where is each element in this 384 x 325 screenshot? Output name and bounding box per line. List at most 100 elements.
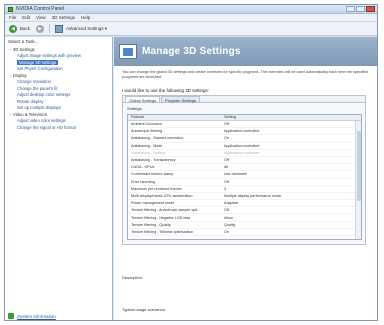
table-row[interactable]: Ambient Occlusion Off bbox=[128, 121, 361, 129]
tree-item-label[interactable]: Set PhysX Configuration bbox=[17, 66, 63, 71]
table-body: Ambient Occlusion Off Anisotropic filterin… bbox=[128, 121, 361, 236]
feature-cell: Error reporting bbox=[131, 179, 155, 184]
table-row[interactable]: Multi-display/mixed-GPU acceleration Mult… bbox=[128, 193, 361, 201]
tree-item-label[interactable]: Display bbox=[13, 73, 27, 78]
menu-file[interactable]: File bbox=[9, 15, 16, 20]
setting-cell[interactable]: Use hardware bbox=[221, 172, 351, 176]
column-header-setting[interactable]: Setting bbox=[221, 115, 351, 120]
tab-global-settings[interactable]: Global Settings bbox=[125, 96, 161, 103]
setting-cell[interactable]: Off bbox=[221, 208, 351, 212]
table-row[interactable]: Antialiasing - Setting Application-contro… bbox=[128, 150, 361, 157]
table-row[interactable]: Power management mode Adaptive bbox=[128, 200, 361, 208]
setting-cell[interactable]: 3 bbox=[221, 187, 351, 191]
tree-item-label[interactable]: Adjust image settings with preview bbox=[17, 53, 81, 58]
table-row[interactable]: Texture filtering - Anisotropic sample o… bbox=[128, 207, 361, 215]
setting-cell[interactable]: Multiple display performance mode bbox=[221, 194, 351, 198]
table-row[interactable]: Error reporting Off bbox=[128, 179, 361, 186]
toolbar-separator bbox=[49, 24, 51, 33]
setting-cell[interactable]: On bbox=[221, 230, 351, 234]
feature-cell: Antialiasing - Setting bbox=[131, 150, 165, 155]
table-row[interactable]: Antialiasing - Mode Application-controlle… bbox=[128, 143, 361, 150]
page-description: You can change the global 3D settings an… bbox=[122, 70, 368, 79]
tree-item-label[interactable]: Change the panel's fit bbox=[17, 86, 57, 91]
tree-item-label[interactable]: Video & Television bbox=[13, 112, 47, 117]
window-title: NVIDIA Control Panel bbox=[16, 6, 65, 12]
setting-cell[interactable]: Application-controlled bbox=[221, 144, 351, 148]
table-row[interactable]: CUDA - GPUs All bbox=[128, 164, 361, 172]
tree-item-label[interactable]: Manage 3D settings bbox=[17, 59, 59, 65]
table-scrollbar[interactable] bbox=[355, 121, 361, 239]
table-row[interactable]: Texture filtering - Quality Quality bbox=[128, 222, 361, 229]
system-information-label[interactable]: System Information bbox=[17, 314, 56, 319]
table-row[interactable]: Texture filtering - Trilinear optimizati… bbox=[128, 229, 361, 236]
table-row[interactable]: Antialiasing - Gamma correction On bbox=[128, 135, 361, 143]
usage-scenarios-label: Typical usage scenarios: bbox=[122, 307, 166, 312]
arrow-right-icon: ▶ bbox=[38, 25, 42, 32]
task-header: Select a Task... bbox=[8, 39, 39, 44]
settings-tabs: Global Settings Program Settings bbox=[123, 96, 365, 103]
menu-bar: File Edit View 3D Settings Help bbox=[5, 14, 377, 22]
page-title: Manage 3D Settings bbox=[142, 46, 241, 57]
feature-cell: Power management mode bbox=[131, 201, 175, 206]
tab-program-settings[interactable]: Program Settings bbox=[161, 96, 201, 103]
tree-item-label[interactable]: Rotate display bbox=[17, 99, 44, 104]
menu-edit[interactable]: Edit bbox=[22, 15, 30, 20]
info-icon bbox=[8, 313, 14, 319]
tree-item-label[interactable]: Change the signal or HD format bbox=[17, 125, 76, 130]
table-row[interactable]: Texture filtering - Negative LOD bias All… bbox=[128, 214, 361, 222]
setting-cell[interactable]: On bbox=[221, 136, 351, 140]
setting-cell[interactable]: Application-controlled bbox=[221, 129, 351, 133]
feature-cell: CUDA - GPUs bbox=[131, 165, 155, 170]
feature-cell: Maximum pre-rendered frames bbox=[131, 186, 182, 191]
setting-cell[interactable]: Off bbox=[221, 158, 351, 162]
maximize-button[interactable] bbox=[356, 6, 365, 12]
feature-cell: Texture filtering - Anisotropic sample o… bbox=[131, 208, 201, 213]
view-dropdown[interactable]: Advanced Settings ▾ bbox=[66, 26, 107, 32]
tree-item-label[interactable]: Adjust video color settings bbox=[17, 118, 66, 123]
setting-cell[interactable]: Off bbox=[221, 122, 351, 126]
setting-cell[interactable]: Application-controlled bbox=[221, 151, 351, 155]
setting-cell[interactable]: All bbox=[221, 165, 351, 169]
tree-item-label[interactable]: Change resolution bbox=[17, 79, 51, 84]
task-sidebar: Select a Task... −3D Settings Adjust imag… bbox=[5, 37, 113, 320]
settings-label: Settings: bbox=[127, 106, 143, 111]
feature-cell: Texture filtering - Trilinear optimizati… bbox=[131, 229, 194, 234]
tree-item-label[interactable]: Adjust desktop color settings bbox=[17, 92, 70, 97]
page-banner: Manage 3D Settings bbox=[114, 37, 377, 66]
back-label[interactable]: Back bbox=[20, 26, 30, 31]
tree-item-label[interactable]: Set up multiple displays bbox=[17, 105, 61, 110]
tree-item-label[interactable]: 3D Settings bbox=[13, 47, 35, 52]
scroll-thumb[interactable] bbox=[357, 131, 361, 201]
table-row[interactable]: Anisotropic filtering Application-control… bbox=[128, 128, 361, 136]
settings-group-title: I would like to use the following 3D set… bbox=[122, 88, 210, 93]
system-information-link[interactable]: System Information bbox=[8, 313, 56, 319]
setting-cell[interactable]: Allow bbox=[221, 216, 351, 220]
task-tree: −3D Settings Adjust image settings with p… bbox=[5, 46, 112, 131]
setting-cell[interactable]: Off bbox=[221, 180, 351, 184]
forward-button[interactable]: ▶ bbox=[36, 24, 45, 33]
feature-cell: Texture filtering - Negative LOD bias bbox=[131, 215, 191, 220]
column-header-feature[interactable]: Feature bbox=[128, 115, 221, 120]
title-bar: NVIDIA Control Panel bbox=[5, 5, 377, 14]
menu-help[interactable]: Help bbox=[81, 15, 90, 20]
tree-task-link[interactable]: Change the signal or HD format bbox=[8, 124, 112, 131]
settings-table: Feature Setting Ambient Occlusion Off Anis… bbox=[127, 114, 362, 240]
setting-cell[interactable]: Quality bbox=[221, 223, 351, 227]
back-button[interactable]: ◀ bbox=[9, 24, 17, 33]
menu-view[interactable]: View bbox=[36, 15, 46, 20]
table-row[interactable]: Maximum pre-rendered frames 3 bbox=[128, 186, 361, 193]
minimize-button[interactable] bbox=[346, 6, 355, 12]
table-row[interactable]: Antialiasing - Transparency Off bbox=[128, 157, 361, 165]
table-row[interactable]: Conformant texture clamp Use hardware bbox=[128, 171, 361, 179]
feature-cell: Antialiasing - Transparency bbox=[131, 158, 176, 163]
setting-cell[interactable]: Adaptive bbox=[221, 201, 351, 205]
nvidia-app-icon bbox=[8, 6, 13, 12]
3d-settings-icon bbox=[119, 44, 137, 59]
feature-cell: Antialiasing - Mode bbox=[131, 143, 163, 148]
menu-3d-settings[interactable]: 3D Settings bbox=[52, 15, 75, 20]
feature-cell: Antialiasing - Gamma correction bbox=[131, 136, 184, 141]
feature-cell: Anisotropic filtering bbox=[131, 129, 163, 134]
close-button[interactable] bbox=[366, 6, 375, 12]
home-icon[interactable] bbox=[55, 24, 64, 33]
main-content: Manage 3D Settings You can change the gl… bbox=[114, 37, 377, 320]
